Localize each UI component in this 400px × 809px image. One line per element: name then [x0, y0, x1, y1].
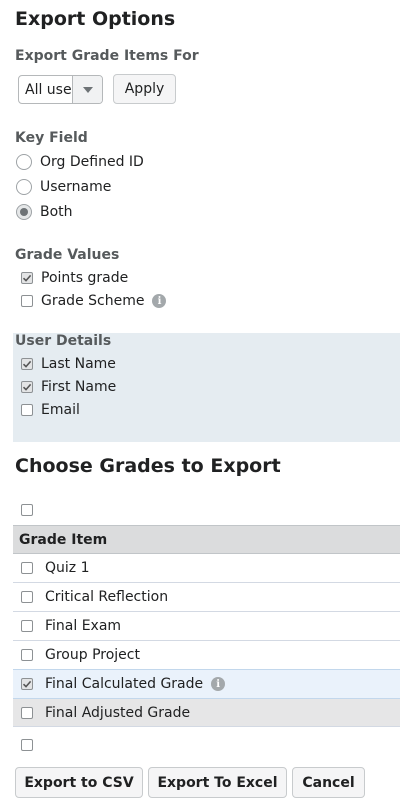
check-icon	[22, 680, 32, 688]
checkbox-first-name[interactable]: First Name	[21, 379, 116, 395]
grade-values-label: Grade Values	[15, 247, 120, 263]
info-icon[interactable]: i	[211, 677, 226, 691]
key-field-label: Key Field	[15, 130, 88, 146]
row-checkbox[interactable]	[21, 678, 33, 690]
radio-button[interactable]	[16, 154, 32, 170]
users-select-value: All users	[25, 81, 74, 98]
check-icon	[22, 360, 32, 368]
table-row[interactable]: Group Project	[13, 641, 400, 670]
checkbox[interactable]	[21, 381, 33, 393]
checkbox-email[interactable]: Email	[21, 402, 80, 418]
users-select[interactable]: All users	[18, 75, 103, 104]
table-row[interactable]: Critical Reflection	[13, 583, 400, 612]
info-icon[interactable]: i	[152, 294, 167, 308]
row-checkbox[interactable]	[21, 591, 33, 603]
export-excel-button[interactable]: Export To Excel	[148, 767, 287, 798]
checkbox-label: Points grade	[41, 270, 129, 286]
column-header-grade-item[interactable]: Grade Item	[19, 532, 107, 548]
radio-label: Username	[40, 179, 112, 195]
checkbox[interactable]	[21, 272, 33, 284]
grade-item-label: Group Project	[45, 647, 140, 663]
checkbox[interactable]	[21, 295, 33, 307]
table-header: Grade Item	[13, 525, 400, 554]
table-row[interactable]: Final Adjusted Grade	[13, 699, 400, 727]
row-checkbox[interactable]	[21, 649, 33, 661]
table-row[interactable]: Final Calculated Grade i	[13, 669, 400, 699]
grade-item-label: Final Exam	[45, 618, 122, 634]
export-for-label: Export Grade Items For	[15, 48, 199, 64]
grade-item-label: Quiz 1	[45, 560, 90, 576]
radio-button[interactable]	[16, 179, 32, 195]
grade-item-label: Critical Reflection	[45, 589, 169, 605]
checkbox-points-grade[interactable]: Points grade	[21, 270, 128, 286]
choose-grades-title: Choose Grades to Export	[15, 455, 281, 477]
checkbox-label: Grade Scheme	[41, 293, 145, 309]
grade-item-label: Final Adjusted Grade	[45, 704, 191, 721]
row-checkbox[interactable]	[21, 562, 33, 574]
radio-org-defined-id[interactable]: Org Defined ID	[16, 154, 144, 170]
check-icon	[22, 383, 32, 391]
checkbox-label: Email	[41, 402, 80, 418]
radio-label: Both	[40, 204, 73, 220]
row-checkbox[interactable]	[21, 620, 33, 632]
select-all-checkbox[interactable]	[21, 503, 33, 516]
checkbox[interactable]	[21, 358, 33, 370]
page-title: Export Options	[15, 8, 176, 30]
grade-item-label: Final Calculated Grade	[45, 676, 204, 692]
check-icon	[22, 274, 32, 282]
select-all-checkbox[interactable]	[21, 738, 33, 751]
radio-both[interactable]: Both	[16, 204, 73, 220]
radio-username[interactable]: Username	[16, 179, 111, 195]
select-all-row-bottom	[13, 730, 400, 759]
table-row[interactable]: Final Exam	[13, 612, 400, 641]
cancel-button[interactable]: Cancel	[292, 767, 365, 798]
user-details-label: User Details	[15, 333, 112, 349]
apply-button[interactable]: Apply	[113, 74, 176, 104]
checkbox-label: Last Name	[41, 356, 116, 372]
select-all-row	[13, 495, 400, 524]
checkbox[interactable]	[21, 404, 33, 416]
radio-button[interactable]	[16, 204, 32, 220]
checkbox-label: First Name	[41, 379, 117, 395]
radio-label: Org Defined ID	[40, 154, 144, 170]
export-csv-button[interactable]: Export to CSV	[15, 767, 143, 798]
row-checkbox[interactable]	[21, 706, 33, 719]
table-row[interactable]: Quiz 1	[13, 554, 400, 583]
checkbox-last-name[interactable]: Last Name	[21, 356, 116, 372]
chevron-down-icon[interactable]	[72, 76, 102, 103]
checkbox-grade-scheme[interactable]: Grade Scheme i	[21, 293, 167, 309]
